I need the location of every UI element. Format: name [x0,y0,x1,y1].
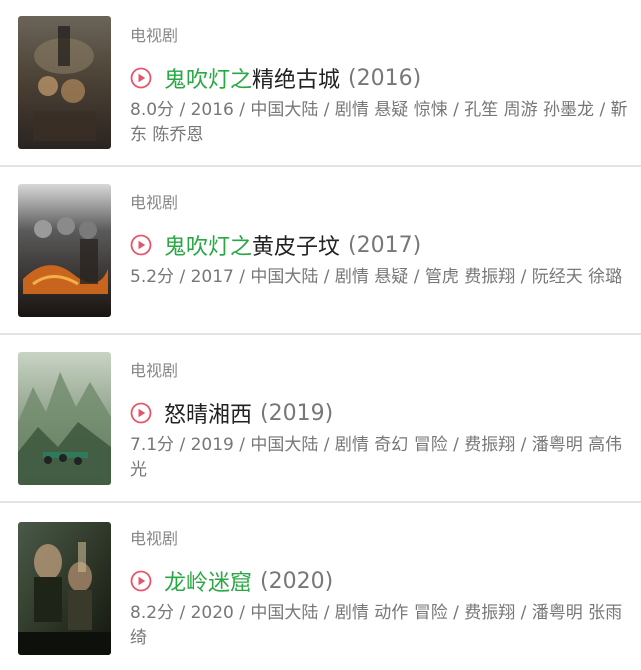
result-item[interactable]: 电视剧 怒晴湘西 (2019) 7.1分 / 2019 / 中国大陆 / 剧情 … [0,335,641,503]
title-row[interactable]: 怒晴湘西 (2019) [130,397,333,429]
play-circle-icon [130,570,152,592]
show-meta: 8.2分 / 2020 / 中国大陆 / 剧情 动作 冒险 / 费振翔 / 潘粤… [130,603,623,648]
title-text: 黄皮子坟 [252,235,341,260]
show-year: (2017) [348,232,422,258]
search-results-list: 电视剧 鬼吹灯之精绝古城 (2016) 8.0分 / 2016 / 中国大陆 /… [0,0,641,670]
poster-image[interactable] [18,352,111,485]
title-highlight: 鬼吹灯之 [164,235,253,260]
show-meta: 5.2分 / 2017 / 中国大陆 / 剧情 悬疑 / 管虎 费振翔 / 阮经… [130,267,623,287]
result-item[interactable]: 电视剧 鬼吹灯之黄皮子坟 (2017) 5.2分 / 2017 / 中国大陆 /… [0,167,641,335]
title-text: 精绝古城 [252,68,341,93]
category-label: 电视剧 [130,361,179,380]
show-title[interactable]: 怒晴湘西 [164,397,252,429]
poster-image[interactable] [18,184,111,317]
poster-image[interactable] [18,522,111,655]
show-title[interactable]: 鬼吹灯之精绝古城 [164,62,340,94]
title-row[interactable]: 鬼吹灯之精绝古城 (2016) [130,62,421,94]
play-circle-icon [130,234,152,256]
category-label: 电视剧 [130,26,179,45]
show-title[interactable]: 龙岭迷窟 [164,565,252,597]
show-meta: 8.0分 / 2016 / 中国大陆 / 剧情 悬疑 惊悚 / 孔笙 周游 孙墨… [130,100,628,145]
poster-image[interactable] [18,16,111,149]
show-year: (2020) [260,568,334,594]
show-meta: 7.1分 / 2019 / 中国大陆 / 剧情 奇幻 冒险 / 费振翔 / 潘粤… [130,435,623,480]
title-row[interactable]: 鬼吹灯之黄皮子坟 (2017) [130,229,421,261]
title-text: 怒晴湘西 [164,403,253,428]
play-circle-icon [130,402,152,424]
play-circle-icon [130,67,152,89]
title-row[interactable]: 龙岭迷窟 (2020) [130,565,333,597]
result-item[interactable]: 电视剧 鬼吹灯之精绝古城 (2016) 8.0分 / 2016 / 中国大陆 /… [0,0,641,167]
show-year: (2019) [260,400,334,426]
result-item[interactable]: 电视剧 龙岭迷窟 (2020) 8.2分 / 2020 / 中国大陆 / 剧情 … [0,503,641,670]
category-label: 电视剧 [130,193,179,212]
title-highlight: 龙岭迷窟 [164,571,253,596]
show-year: (2016) [348,65,422,91]
category-label: 电视剧 [130,529,179,548]
title-highlight: 鬼吹灯之 [164,68,253,93]
show-title[interactable]: 鬼吹灯之黄皮子坟 [164,229,340,261]
